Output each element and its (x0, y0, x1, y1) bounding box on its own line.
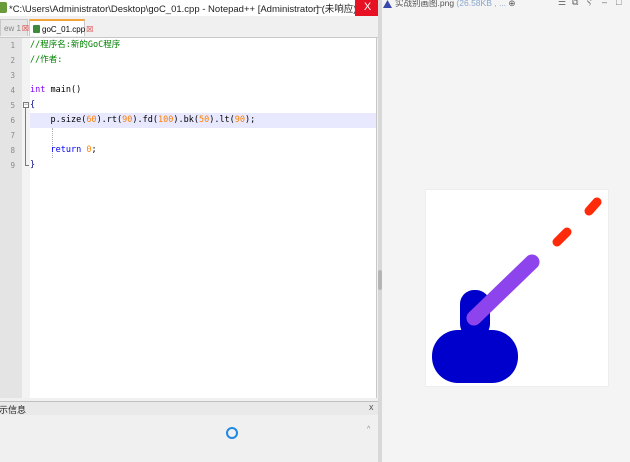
shell (552, 227, 572, 247)
comment: //程序名:新的GoC程序 (30, 40, 121, 50)
output-panel[interactable]: ^ (0, 415, 378, 462)
code-text: ).rt( (96, 115, 123, 125)
keyword-return: return (50, 145, 82, 155)
number: 60 (86, 115, 97, 125)
code-line-2: //作者: (30, 53, 376, 68)
tank-drawing (432, 197, 602, 383)
number: 100 (158, 115, 174, 125)
tab-label: goC_01.cpp (42, 25, 86, 34)
code-text: main() (45, 85, 82, 95)
image-file-size: (26.58KB , ... (456, 0, 507, 8)
minimize-button[interactable]: – (310, 0, 328, 16)
number: 90 (122, 115, 133, 125)
tab-new-1[interactable]: ew 1☒ (0, 19, 29, 36)
maximize-button[interactable]: □ (336, 0, 354, 16)
code-line-9: } (30, 158, 376, 173)
fold-margin (22, 38, 30, 398)
menu-icon[interactable]: ☰ (558, 0, 566, 8)
line-number: 1 (10, 41, 15, 50)
line-number: 5 (10, 101, 15, 110)
code-text: ).fd( (132, 115, 158, 125)
viewer-title-bar[interactable]: 实战别画图.png (26.58KB , ... ⊕ ☰ ⧉ Ⲋ – □ (382, 0, 630, 12)
code-line-8: return 0; (30, 143, 376, 158)
fold-line (25, 108, 26, 166)
number: 90 (234, 115, 246, 125)
pin-icon[interactable]: Ⲋ (587, 0, 592, 8)
fold-end (25, 165, 29, 166)
code-text: ).bk( (173, 115, 199, 125)
unsaved-file-icon (33, 25, 40, 33)
line-number: 3 (10, 71, 15, 80)
line-number: 9 (10, 161, 15, 170)
output-panel-header: 示信息 x (0, 401, 380, 416)
image-canvas (426, 190, 608, 386)
line-number: 2 (10, 56, 15, 65)
code-editor[interactable]: 1 2 3 4 5 6 7 8 9 − //程序名:新的GoC程序 //作者: … (0, 38, 377, 398)
brace-close: } (30, 160, 36, 170)
code-text: p.size( (50, 115, 87, 125)
number: 50 (198, 115, 210, 125)
shell (584, 197, 602, 216)
close-button[interactable]: X (355, 0, 380, 16)
brace-open: { (30, 100, 36, 110)
code-text: ; (91, 145, 97, 155)
tab-label: ew 1 (4, 24, 21, 33)
window-mode-icon[interactable]: ⧉ (572, 0, 578, 8)
notepadpp-window: *C:\Users\Administrator\Desktop\goC_01.c… (0, 0, 380, 462)
code-line-1: //程序名:新的GoC程序 (30, 38, 376, 53)
line-number: 8 (10, 146, 15, 155)
title-bar[interactable]: *C:\Users\Administrator\Desktop\goC_01.c… (0, 0, 380, 16)
line-number: 6 (10, 116, 15, 125)
code-text: ).lt( (209, 115, 235, 125)
tab-bar: ew 1☒ goC_01.cpp☒ (0, 16, 380, 38)
window-title: *C:\Users\Administrator\Desktop\goC_01.c… (9, 4, 357, 15)
line-number: 4 (10, 86, 15, 95)
viewer-title: 实战别画图.png (26.58KB , ... ⊕ (395, 0, 516, 9)
keyword-int: int (30, 85, 46, 95)
viewer-app-icon (383, 0, 392, 8)
tab-close-icon[interactable]: ☒ (22, 24, 29, 33)
notepadpp-app-icon (0, 2, 7, 13)
code-line-5: { (30, 98, 376, 113)
fold-collapse-icon[interactable]: − (23, 102, 29, 108)
code-line-6-current: p.size(60).rt(90).fd(100).bk(50).lt(90); (30, 113, 376, 128)
add-icon[interactable]: ⊕ (508, 0, 515, 8)
image-file-name: 实战别画图.png (395, 0, 455, 8)
tank-barrel (466, 254, 540, 326)
line-number: 7 (10, 131, 15, 140)
output-panel-close-icon[interactable]: x (369, 402, 374, 412)
line-number-gutter: 1 2 3 4 5 6 7 8 9 (0, 38, 22, 398)
loading-spinner-icon (226, 427, 238, 439)
scroll-up-arrow-icon[interactable]: ^ (367, 426, 370, 433)
tab-close-icon[interactable]: ☒ (86, 25, 93, 34)
maximize-button[interactable]: □ (616, 0, 621, 7)
tab-goc-01-cpp[interactable]: goC_01.cpp☒ (29, 19, 93, 36)
comment: //作者: (30, 55, 63, 65)
minimize-button[interactable]: – (602, 0, 607, 7)
code-text: ); (245, 115, 256, 125)
code-line-4: int main() (30, 83, 376, 98)
image-viewer-window: 实战别画图.png (26.58KB , ... ⊕ ☰ ⧉ Ⲋ – □ (382, 0, 630, 462)
